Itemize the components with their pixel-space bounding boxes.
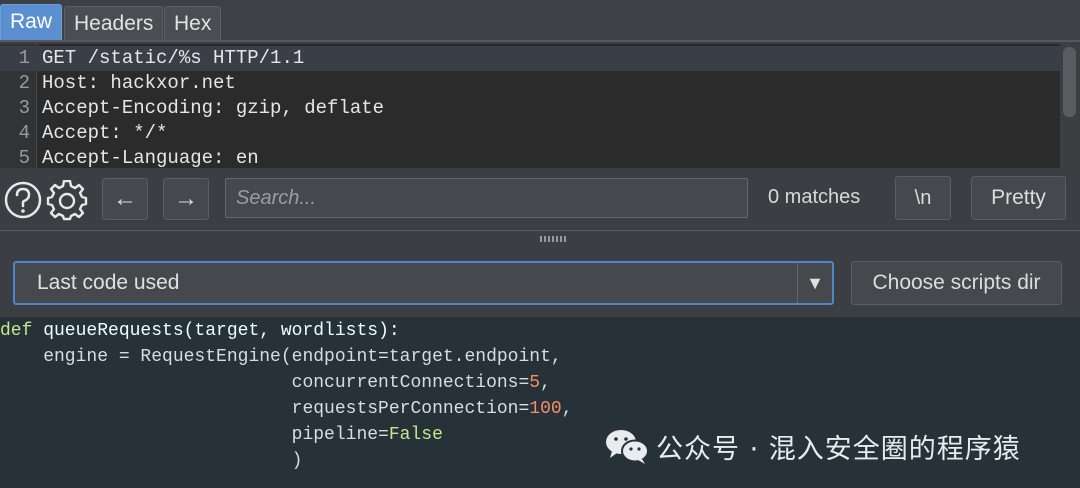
code-text: engine = RequestEngine(endpoint=target.e… [0,347,562,367]
search-input[interactable] [225,178,748,218]
line-number: 5 [18,147,30,168]
script-select-value: Last code used [37,271,180,294]
script-select[interactable]: Last code used ▼ [13,261,834,305]
code-text: , [561,399,573,419]
line-number: 4 [18,122,30,144]
tab-divider [0,40,1080,42]
request-line[interactable]: 4 Accept: */* [0,121,1060,146]
code-line[interactable]: requestsPerConnection=100, [0,396,573,422]
request-line-text: Accept-Encoding: gzip, deflate [42,97,385,119]
question-circle-icon[interactable] [3,180,43,220]
request-line[interactable]: 3 Accept-Encoding: gzip, deflate [0,96,1060,121]
line-number: 2 [18,72,30,94]
keyword-def: def [0,321,33,341]
request-line-text: Host: hackxor.net [42,72,236,94]
line-number: 1 [18,47,30,69]
request-line-text: Accept: */* [42,122,168,144]
message-tabs: Raw Headers Hex [0,0,1080,42]
number-literal: 100 [529,399,562,419]
code-line[interactable]: def queueRequests(target, wordlists): [0,318,400,344]
pane-splitter[interactable] [0,230,1080,247]
wechat-icon [606,430,649,464]
code-text: concurrentConnections= [0,373,530,393]
splitter-grip-icon[interactable] [540,236,566,242]
scrollbar-thumb[interactable] [1063,47,1076,117]
tab-headers[interactable]: Headers [64,6,164,40]
request-line-text: GET /static/%s HTTP/1.1 [42,47,305,69]
search-toolbar: ← → 0 matches \n Pretty [0,168,1080,230]
code-text: , [540,373,551,393]
next-match-button[interactable]: → [163,178,209,220]
code-line[interactable]: pipeline=False [0,422,443,448]
code-text: ) [0,451,303,471]
raw-request-editor[interactable]: 1 GET /static/%s HTTP/1.1 2 Host: hackxo… [0,44,1060,168]
code-line[interactable]: ) [0,448,303,474]
request-line[interactable]: 2 Host: hackxor.net [0,71,1060,96]
request-line[interactable]: 1 GET /static/%s HTTP/1.1 [0,46,1060,71]
tab-raw[interactable]: Raw [0,4,63,40]
code-text: pipeline= [0,425,389,445]
newline-toggle-button[interactable]: \n [895,176,951,220]
chevron-down-icon[interactable]: ▼ [797,263,832,303]
number-literal: 5 [529,373,541,393]
boolean-literal: False [388,425,443,445]
gear-icon[interactable] [46,179,88,221]
previous-match-button[interactable]: ← [102,178,148,220]
code-line[interactable]: engine = RequestEngine(endpoint=target.e… [0,344,562,370]
script-selector-row: Last code used ▼ Choose scripts dir [0,247,1080,317]
request-line[interactable]: 5 Accept-Language: en [0,146,1060,168]
editor-scrollbar[interactable] [1060,44,1080,168]
code-text: queueRequests(target, wordlists): [32,321,400,341]
choose-scripts-dir-button[interactable]: Choose scripts dir [851,261,1062,305]
line-number: 3 [18,97,30,119]
pretty-button[interactable]: Pretty [971,176,1066,220]
match-count: 0 matches [768,186,861,208]
code-text: requestsPerConnection= [0,399,530,419]
watermark-text: 公众号 · 混入安全圈的程序猿 [656,434,1021,465]
tab-hex[interactable]: Hex [164,6,222,40]
code-line[interactable]: concurrentConnections=5, [0,370,551,396]
request-line-text: Accept-Language: en [42,147,259,168]
